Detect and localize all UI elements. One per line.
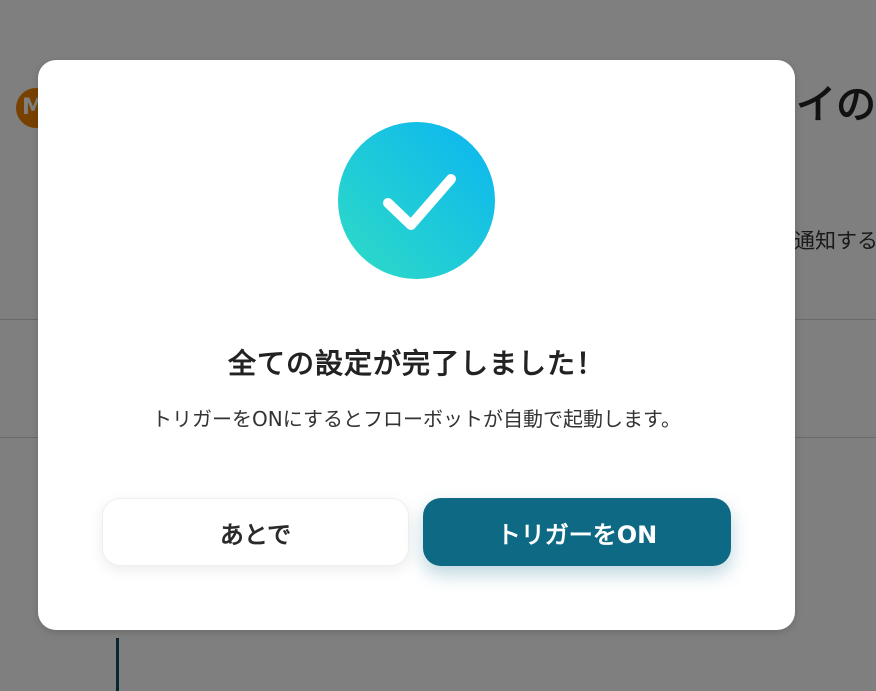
setup-complete-dialog: 全ての設定が完了しました！ トリガーをONにするとフローボットが自動で起動します… bbox=[38, 60, 795, 630]
later-button[interactable]: あとで bbox=[102, 498, 409, 566]
dialog-title: 全ての設定が完了しました！ bbox=[227, 347, 605, 380]
trigger-on-button[interactable]: トリガーをON bbox=[423, 498, 731, 566]
dialog-message: トリガーをONにするとフローボットが自動で起動します。 bbox=[152, 407, 681, 431]
check-circle-icon bbox=[338, 122, 495, 279]
